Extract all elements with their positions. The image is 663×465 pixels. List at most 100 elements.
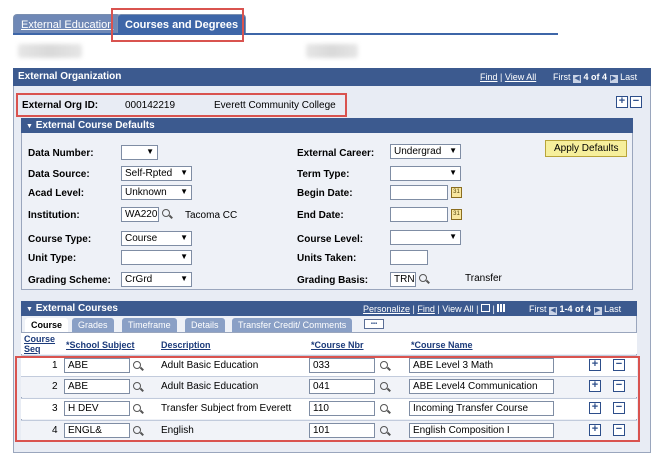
institution-label: Institution: — [28, 210, 80, 221]
course-nbr-input[interactable]: 041 — [309, 379, 375, 394]
org-counter: 4 of 4 — [583, 72, 608, 82]
course-nbr-input[interactable]: 101 — [309, 423, 375, 438]
units-taken-input[interactable] — [390, 250, 428, 265]
personalize-link[interactable]: Personalize — [363, 304, 410, 314]
school-subject-input[interactable]: H DEV — [64, 401, 130, 416]
grid-tab-course[interactable]: Course — [25, 318, 69, 332]
course-nbr-input[interactable]: 033 — [309, 358, 375, 373]
course-description: Transfer Subject from Everett — [161, 403, 292, 414]
course-level-select[interactable]: ▼ — [390, 230, 461, 245]
school-subject-input[interactable]: ENGL& — [64, 423, 130, 438]
courses-find-link[interactable]: Find — [417, 304, 435, 314]
institution-input[interactable]: WA220 — [121, 207, 159, 222]
course-name-input[interactable]: ABE Level4 Communication — [409, 379, 554, 394]
grid-tab-timeframe[interactable]: Timeframe — [122, 318, 177, 332]
institution-search-icon[interactable] — [162, 209, 173, 220]
view-all-link[interactable]: View All — [505, 72, 536, 82]
units-taken-label: Units Taken: — [297, 253, 357, 264]
zoom-icon[interactable] — [480, 304, 490, 312]
next-arrow-icon[interactable]: ▶ — [593, 307, 602, 315]
term-type-select[interactable]: ▼ — [390, 166, 461, 181]
delete-row-button[interactable]: − — [613, 359, 625, 371]
col-description[interactable]: Description — [161, 340, 211, 350]
tab-courses-and-degrees[interactable]: Courses and Degrees — [117, 14, 247, 34]
course-nbr-search-icon[interactable] — [380, 426, 391, 437]
add-row-button[interactable]: + — [589, 402, 601, 414]
grading-scheme-select[interactable]: CrGrd ▼ — [121, 272, 192, 287]
grid-tab-transfer-credit[interactable]: Transfer Credit/ Comments — [232, 318, 353, 332]
school-subject-search-icon[interactable] — [133, 404, 144, 415]
prev-arrow-icon[interactable]: ◀ — [549, 307, 558, 315]
course-nbr-search-icon[interactable] — [380, 382, 391, 393]
blurred-name — [18, 44, 82, 58]
external-career-label: External Career: — [297, 148, 375, 159]
courses-last-link[interactable]: Last — [604, 304, 621, 314]
col-course-seq[interactable]: Course Seq — [24, 334, 56, 354]
delete-row-button[interactable]: − — [613, 380, 625, 392]
first-link[interactable]: First — [553, 72, 571, 82]
course-name-input[interactable]: Incoming Transfer Course — [409, 401, 554, 416]
grid-tab-grades[interactable]: Grades — [72, 318, 114, 332]
school-subject-input[interactable]: ABE — [64, 358, 130, 373]
courses-first-link[interactable]: First — [529, 304, 547, 314]
institution-name: Tacoma CC — [185, 210, 238, 221]
course-level-label: Course Level: — [297, 234, 364, 245]
school-subject-search-icon[interactable] — [133, 382, 144, 393]
external-org-name: Everett Community College — [214, 100, 336, 111]
course-nbr-search-icon[interactable] — [380, 361, 391, 372]
school-subject-input[interactable]: ABE — [64, 379, 130, 394]
courses-view-all-link[interactable]: View All — [442, 304, 473, 314]
data-source-select[interactable]: Self-Rpted ▼ — [121, 166, 192, 181]
col-school-subject[interactable]: *School Subject — [66, 340, 135, 350]
course-nbr-search-icon[interactable] — [380, 404, 391, 415]
grid-tab-details[interactable]: Details — [185, 318, 225, 332]
chevron-down-icon: ▼ — [449, 168, 457, 177]
delete-row-button[interactable]: − — [613, 424, 625, 436]
course-name-input[interactable]: English Composition I — [409, 423, 554, 438]
end-date-input[interactable] — [390, 207, 448, 222]
add-row-button[interactable]: + — [589, 359, 601, 371]
col-course-name[interactable]: *Course Name — [411, 340, 473, 350]
collapse-icon[interactable]: ▼ — [26, 123, 33, 130]
external-org-id-value: 000142219 — [125, 100, 176, 111]
external-organization-title: External Organization — [18, 71, 122, 82]
blurred-id — [306, 44, 358, 58]
delete-row-button[interactable]: − — [613, 402, 625, 414]
school-subject-search-icon[interactable] — [133, 361, 144, 372]
course-nbr-input[interactable]: 110 — [309, 401, 375, 416]
acad-level-select[interactable]: Unknown ▼ — [121, 185, 192, 200]
course-description: Adult Basic Education — [161, 381, 259, 392]
calendar-icon[interactable]: 31 — [451, 187, 462, 198]
external-career-select[interactable]: Undergrad ▼ — [390, 144, 461, 159]
add-row-button[interactable]: + — [589, 424, 601, 436]
col-course-nbr[interactable]: *Course Nbr — [311, 340, 364, 350]
add-org-button[interactable]: + — [616, 96, 628, 108]
calendar-icon[interactable]: 31 — [451, 209, 462, 220]
prev-arrow-icon[interactable]: ◀ — [573, 75, 582, 83]
acad-level-label: Acad Level: — [28, 188, 85, 199]
grading-basis-search-icon[interactable] — [419, 274, 430, 285]
course-type-select[interactable]: Course ▼ — [121, 231, 192, 246]
course-type-value: Course — [125, 233, 158, 244]
tab-external-education[interactable]: External Education — [13, 14, 122, 34]
data-number-select[interactable]: ▼ — [121, 145, 158, 160]
delete-org-button[interactable]: − — [630, 96, 642, 108]
course-name-input[interactable]: ABE Level 3 Math — [409, 358, 554, 373]
show-all-columns-icon[interactable]: ▪▪▪ — [364, 319, 384, 329]
term-type-label: Term Type: — [297, 169, 350, 180]
school-subject-search-icon[interactable] — [133, 426, 144, 437]
data-number-label: Data Number: — [28, 148, 94, 159]
last-link[interactable]: Last — [620, 72, 637, 82]
unit-type-select[interactable]: ▼ — [121, 250, 192, 265]
find-link[interactable]: Find — [480, 72, 498, 82]
data-source-value: Self-Rpted — [125, 168, 173, 179]
end-date-label: End Date: — [297, 210, 344, 221]
download-grid-icon[interactable] — [497, 304, 507, 312]
apply-defaults-button[interactable]: Apply Defaults — [545, 140, 628, 157]
collapse-icon[interactable]: ▼ — [26, 306, 33, 313]
next-arrow-icon[interactable]: ▶ — [609, 75, 618, 83]
grading-basis-input[interactable]: TRN — [390, 272, 416, 287]
add-row-button[interactable]: + — [589, 380, 601, 392]
begin-date-input[interactable] — [390, 185, 448, 200]
course-defaults-panel — [21, 118, 633, 290]
